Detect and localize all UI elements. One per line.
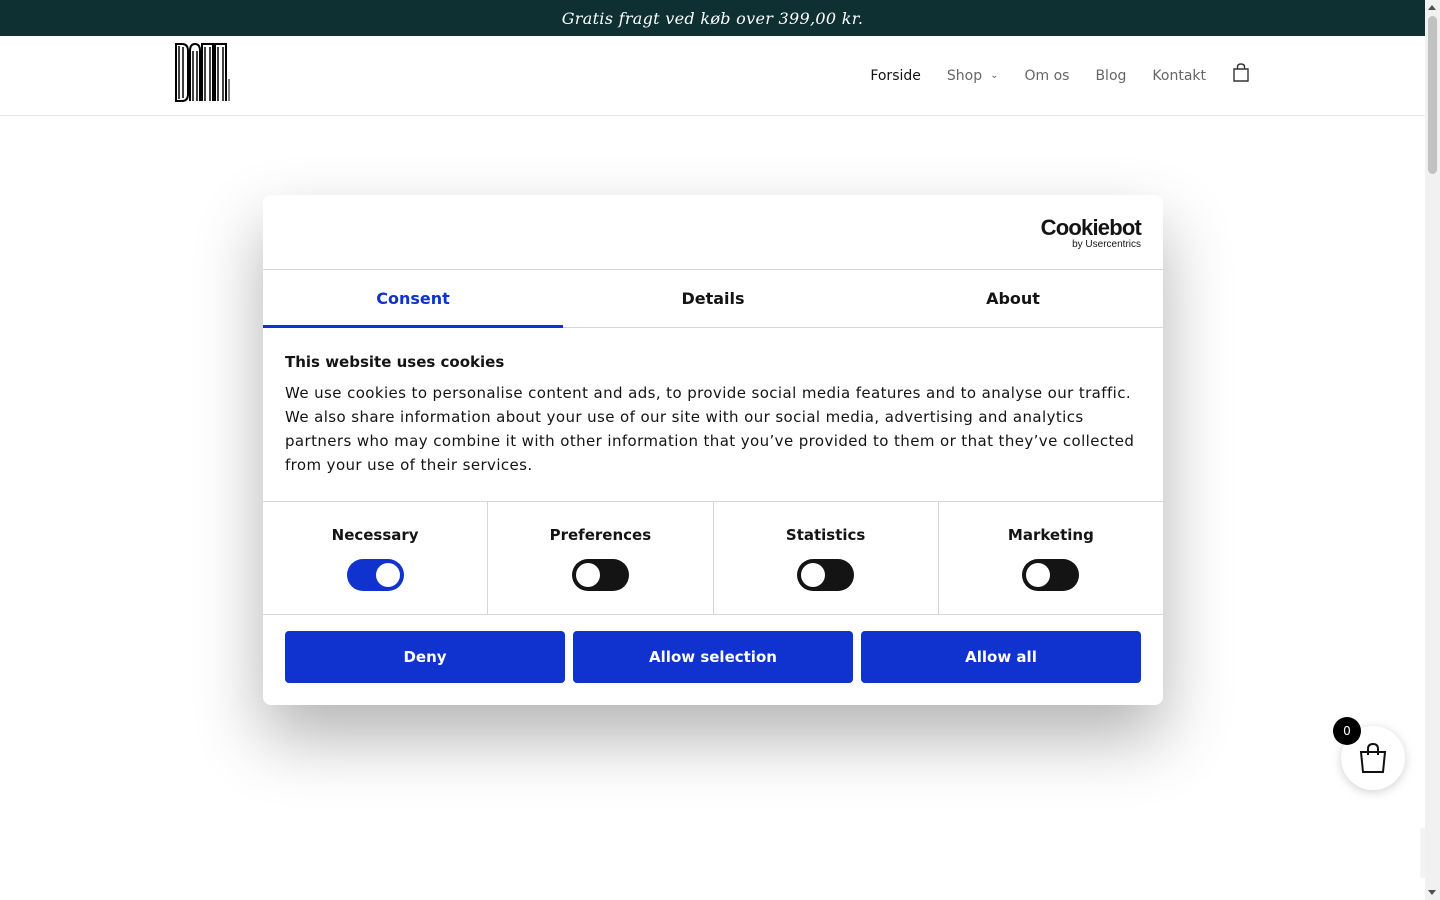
scroll-down-arrow-icon[interactable] bbox=[1428, 890, 1436, 895]
nav-item-forside[interactable]: Forside bbox=[870, 68, 921, 84]
nav-item-kontakt[interactable]: Kontakt bbox=[1152, 68, 1206, 84]
shopping-bag-icon[interactable] bbox=[1232, 62, 1250, 83]
damm-logo-icon bbox=[175, 42, 230, 102]
nav-label: Shop bbox=[946, 67, 983, 84]
scroll-up-arrow-icon[interactable] bbox=[1428, 5, 1436, 10]
scrollbar-thumb[interactable] bbox=[1428, 16, 1437, 174]
category-statistics: Statistics bbox=[714, 502, 939, 614]
page-scrollbar[interactable] bbox=[1425, 0, 1440, 900]
toggle-necessary[interactable] bbox=[346, 559, 404, 591]
nav-item-om-os[interactable]: Om os bbox=[1024, 68, 1069, 84]
category-preferences: Preferences bbox=[488, 502, 714, 614]
nav-label: Blog bbox=[1095, 67, 1127, 84]
cookie-categories: Necessary Preferences Statistics Marketi… bbox=[263, 501, 1163, 615]
nav-item-blog[interactable]: Blog bbox=[1095, 68, 1126, 84]
tab-details[interactable]: Details bbox=[563, 270, 863, 327]
nav-item-shop[interactable]: Shop ⌄ bbox=[947, 68, 999, 84]
promo-text: Gratis fragt ved køb over 399,00 kr. bbox=[561, 8, 864, 28]
site-header: Forside Shop ⌄ Om os Blog Kontakt bbox=[0, 36, 1425, 116]
dialog-text: We use cookies to personalise content an… bbox=[285, 384, 1135, 474]
dialog-body: This website uses cookies We use cookies… bbox=[263, 328, 1163, 501]
toggle-knob bbox=[801, 563, 826, 587]
toggle-knob bbox=[375, 563, 400, 587]
deny-button[interactable]: Deny bbox=[285, 631, 565, 683]
promo-bar: Gratis fragt ved køb over 399,00 kr. bbox=[0, 0, 1425, 36]
tab-consent[interactable]: Consent bbox=[263, 270, 563, 328]
allow-selection-button[interactable]: Allow selection bbox=[573, 631, 853, 683]
category-necessary: Necessary bbox=[263, 502, 489, 614]
nav-label: Om os bbox=[1024, 67, 1070, 84]
cookiebot-logo[interactable]: Cookiebot by Usercentrics bbox=[1040, 215, 1142, 250]
allow-all-button[interactable]: Allow all bbox=[861, 631, 1141, 683]
site-logo[interactable] bbox=[175, 42, 231, 102]
cookiebot-brand: Cookiebot bbox=[1040, 215, 1142, 240]
dialog-actions: Deny Allow selection Allow all bbox=[263, 615, 1163, 683]
dialog-header: Cookiebot by Usercentrics bbox=[263, 195, 1163, 270]
category-label: Marketing bbox=[1007, 526, 1094, 544]
category-label: Preferences bbox=[549, 526, 652, 544]
main-nav: Forside Shop ⌄ Om os Blog Kontakt bbox=[844, 36, 1250, 115]
cart-count-badge: 0 bbox=[1333, 717, 1361, 745]
toggle-statistics[interactable] bbox=[797, 559, 855, 591]
dialog-title: This website uses cookies bbox=[285, 353, 505, 371]
shopping-bag-icon bbox=[1359, 742, 1387, 773]
dialog-tabs: Consent Details About bbox=[263, 270, 1163, 328]
tab-about[interactable]: About bbox=[863, 270, 1163, 327]
category-label: Statistics bbox=[785, 526, 866, 544]
toggle-preferences[interactable] bbox=[571, 559, 629, 591]
chevron-down-icon: ⌄ bbox=[990, 70, 999, 81]
category-label: Necessary bbox=[331, 526, 419, 544]
cookie-consent-dialog: Cookiebot by Usercentrics Consent Detail… bbox=[263, 195, 1163, 705]
toggle-knob bbox=[1026, 563, 1051, 587]
nav-label: Forside bbox=[870, 67, 921, 84]
category-marketing: Marketing bbox=[939, 502, 1163, 614]
toggle-marketing[interactable] bbox=[1022, 559, 1080, 591]
nav-label: Kontakt bbox=[1152, 67, 1206, 84]
cookiebot-subtitle: by Usercentrics bbox=[1072, 239, 1141, 250]
toggle-knob bbox=[575, 563, 600, 587]
